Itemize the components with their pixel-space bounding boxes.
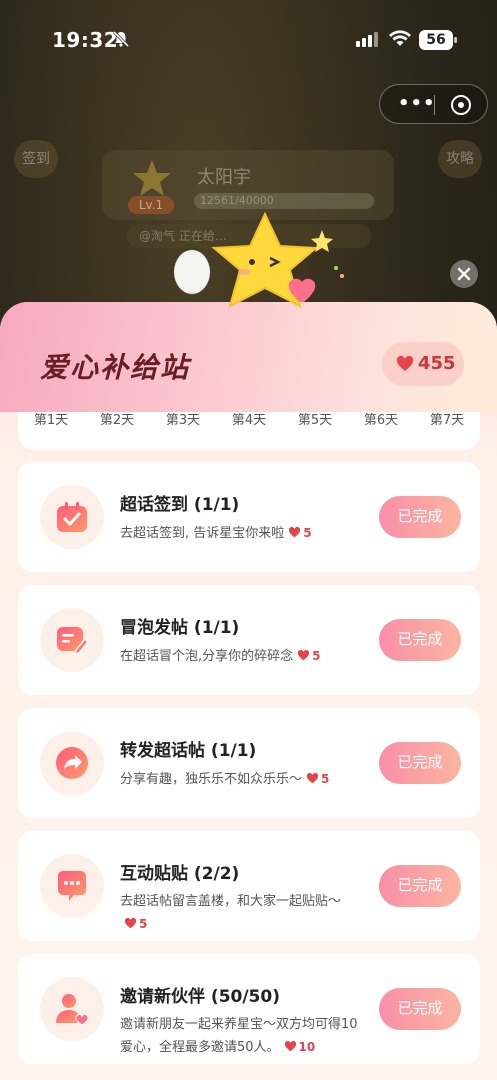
heart-icon	[298, 650, 310, 661]
day-label: 第1天	[33, 413, 69, 428]
task-reward: 10	[280, 1040, 316, 1054]
task-desc-text: 邀请新朋友一起来养星宝～双方均可得10爱心，全程最多邀请50人。	[120, 1017, 358, 1055]
star-mascot-image	[174, 211, 344, 308]
close-button[interactable]	[450, 260, 478, 288]
task-desc-text: 在超话冒个泡,分享你的碎碎念	[120, 649, 294, 664]
task-reward-value: 5	[303, 526, 312, 540]
task-icon-wrap	[40, 608, 104, 672]
chat-bubble-icon	[58, 871, 86, 901]
task-completed-button[interactable]: 已完成	[379, 988, 461, 1030]
day-label: 第6天	[363, 413, 399, 428]
task-desc-text: 去超话帖留言盖楼，和大家一起贴贴～	[120, 894, 342, 909]
task-reward-value: 10	[298, 1040, 316, 1054]
wifi-icon	[389, 30, 411, 46]
task-icon-wrap	[40, 854, 104, 918]
sheet-title: 爱心补给站	[40, 351, 191, 384]
task-title: 互动贴贴 (2/2)	[120, 864, 240, 884]
task-completed-button[interactable]: 已完成	[379, 496, 461, 538]
background-guide-button: 攻略	[438, 140, 482, 178]
capsule-divider	[434, 95, 435, 115]
task-desc: 在超话冒个泡,分享你的碎碎念 5	[120, 645, 368, 668]
heart-icon	[289, 527, 301, 538]
share-arrow-icon	[56, 747, 88, 779]
task-desc-text: 分享有趣，独乐乐不如众乐乐～	[120, 772, 303, 787]
more-icon[interactable]: •••	[398, 93, 436, 114]
task-reward: 5	[302, 772, 329, 786]
heart-icon	[396, 356, 414, 371]
task-icon-wrap	[40, 731, 104, 795]
task-title: 超话签到 (1/1)	[120, 495, 240, 515]
task-title: 转发超话帖 (1/1)	[120, 741, 257, 761]
background-username: 太阳宇	[197, 167, 251, 188]
task-desc: 去超话帖留言盖楼，和大家一起贴贴～ 5	[120, 891, 368, 936]
background-star-avatar-icon	[133, 160, 171, 196]
close-miniprogram-icon[interactable]	[450, 94, 472, 116]
calendar-check-icon	[57, 502, 87, 532]
day-label: 第4天	[231, 413, 267, 428]
post-edit-icon	[57, 627, 90, 656]
task-desc: 去超话签到, 告诉星宝你来啦 5	[120, 522, 368, 545]
heart-icon	[306, 773, 319, 784]
task-desc: 邀请新朋友一起来养星宝～双方均可得10爱心，全程最多邀请50人。 10	[120, 1014, 368, 1059]
mute-bell-icon	[112, 30, 130, 48]
task-reward-value: 5	[321, 772, 330, 786]
invite-user-icon	[56, 994, 89, 1026]
battery-indicator: 56	[419, 30, 457, 50]
task-card: 超话签到 (1/1) 去超话签到, 告诉星宝你来啦 5 已完成	[18, 462, 480, 572]
background-checkin-button: 签到	[14, 140, 58, 178]
days-row: 第1天 第2天 第3天 第4天 第5天 第6天 第7天	[18, 412, 480, 450]
day-label: 第2天	[99, 413, 135, 428]
heart-balance-value: 455	[418, 353, 456, 374]
task-completed-button[interactable]: 已完成	[379, 619, 461, 661]
task-reward-value: 5	[139, 917, 148, 931]
task-icon-wrap	[40, 977, 104, 1041]
task-icon-wrap	[40, 485, 104, 549]
task-title: 冒泡发帖 (1/1)	[120, 618, 240, 638]
status-bar: 19:32 56	[0, 0, 497, 80]
close-icon	[457, 267, 471, 281]
heart-icon	[124, 918, 137, 929]
heart-icon	[284, 1041, 296, 1052]
task-desc-text: 去超话签到, 告诉星宝你来啦	[120, 526, 285, 541]
signal-icon	[356, 32, 378, 47]
heart-balance: 455	[382, 342, 464, 386]
task-reward-value: 5	[312, 649, 321, 663]
background-level-badge: Lv.1	[128, 196, 174, 214]
task-completed-button[interactable]: 已完成	[379, 742, 461, 784]
task-card: 邀请新伙伴 (50/50) 邀请新朋友一起来养星宝～双方均可得10爱心，全程最多…	[18, 954, 480, 1064]
miniprogram-capsule: •••	[379, 84, 488, 124]
task-card: 冒泡发帖 (1/1) 在超话冒个泡,分享你的碎碎念 5 已完成	[18, 585, 480, 695]
task-completed-button[interactable]: 已完成	[379, 865, 461, 907]
task-reward: 5	[293, 649, 321, 663]
task-card: 互动贴贴 (2/2) 去超话帖留言盖楼，和大家一起贴贴～ 5 已完成	[18, 831, 480, 941]
day-label: 第7天	[429, 413, 465, 428]
task-card: 转发超话帖 (1/1) 分享有趣，独乐乐不如众乐乐～ 5 已完成	[18, 708, 480, 818]
task-reward: 5	[120, 917, 147, 931]
day-label: 第5天	[297, 413, 333, 428]
task-reward: 5	[284, 526, 312, 540]
day-label: 第3天	[165, 413, 201, 428]
task-title: 邀请新伙伴 (50/50)	[120, 987, 280, 1007]
task-desc: 分享有趣，独乐乐不如众乐乐～ 5	[120, 768, 368, 791]
background-progress: 12561/40000	[194, 193, 374, 209]
status-time: 19:32	[52, 28, 119, 52]
